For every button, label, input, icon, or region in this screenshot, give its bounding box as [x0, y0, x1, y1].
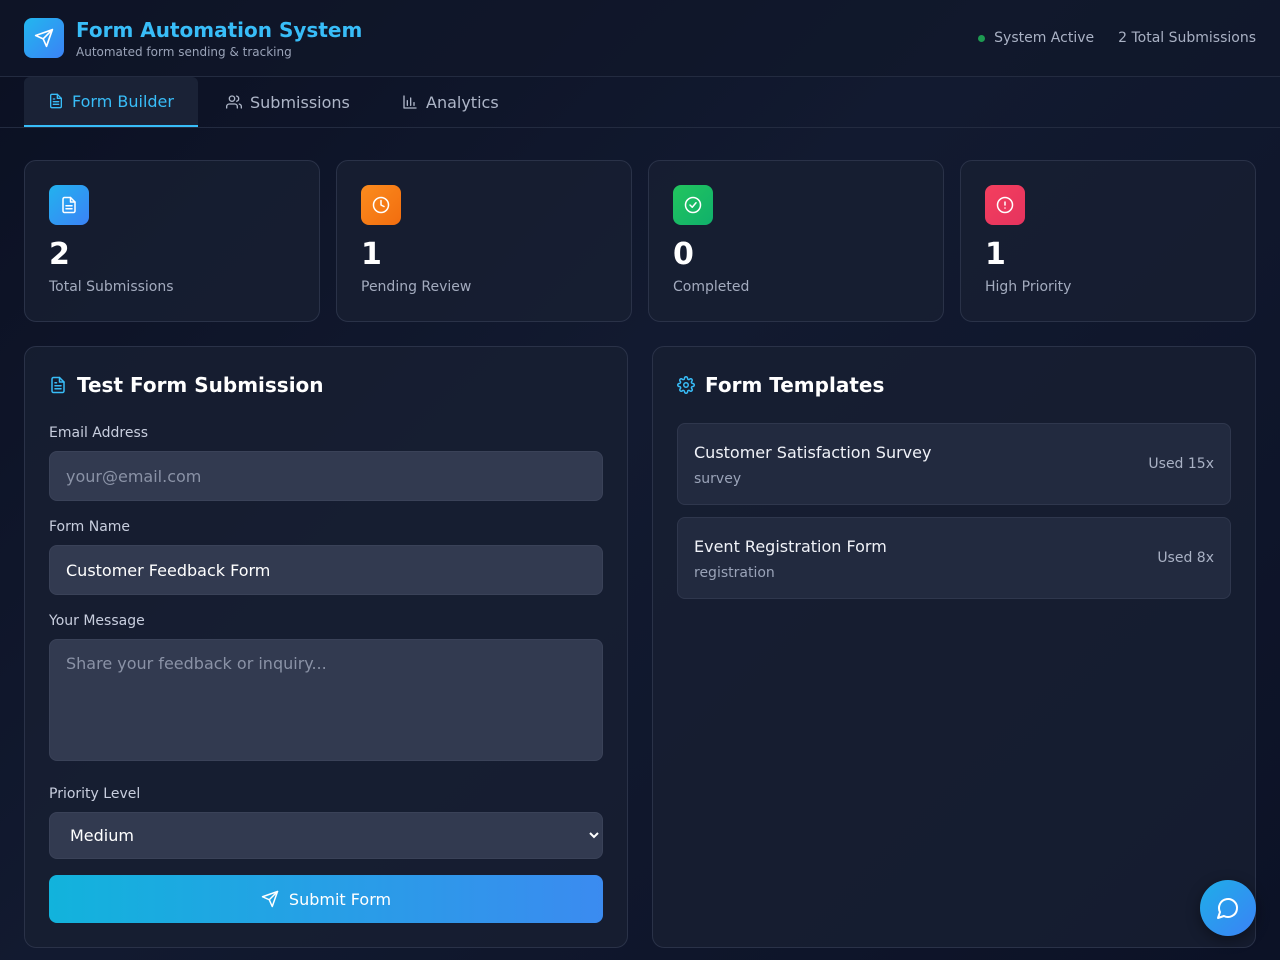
- total-submissions-text: 2 Total Submissions: [1118, 30, 1256, 46]
- bar-chart-icon: [402, 94, 418, 110]
- stat-value: 0: [673, 237, 694, 272]
- stat-card-completed: 0 Completed: [648, 160, 944, 322]
- stat-value: 1: [361, 237, 382, 272]
- tab-label: Submissions: [250, 92, 350, 112]
- status-bar: System Active 2 Total Submissions: [978, 30, 1256, 46]
- template-type: survey: [694, 471, 742, 487]
- clock-icon: [361, 185, 401, 225]
- file-text-icon: [48, 93, 64, 109]
- status-dot-icon: [978, 34, 986, 42]
- form-templates-panel: Form Templates Customer Satisfaction Sur…: [652, 346, 1256, 948]
- file-text-icon: [49, 376, 67, 394]
- alert-circle-icon: [985, 185, 1025, 225]
- panel-title: Test Form Submission: [49, 373, 324, 397]
- users-icon: [226, 94, 242, 110]
- send-icon: [24, 18, 64, 58]
- stat-card-high-priority: 1 High Priority: [960, 160, 1256, 322]
- app-title: Form Automation System: [76, 18, 363, 42]
- template-usage: Used 15x: [1148, 456, 1214, 472]
- form-name-label: Form Name: [49, 519, 131, 535]
- template-item[interactable]: Event Registration Form registration Use…: [677, 517, 1231, 599]
- chat-button[interactable]: [1200, 880, 1256, 936]
- send-icon: [261, 890, 279, 908]
- template-name: Event Registration Form: [694, 537, 887, 556]
- tab-form-builder[interactable]: Form Builder: [24, 77, 198, 127]
- email-label: Email Address: [49, 425, 149, 441]
- priority-select[interactable]: Medium: [49, 812, 603, 859]
- priority-label: Priority Level: [49, 786, 141, 802]
- message-label: Your Message: [49, 613, 145, 629]
- template-type: registration: [694, 565, 775, 581]
- panel-title-text: Form Templates: [705, 373, 885, 397]
- test-form-panel: Test Form Submission Email Address Form …: [24, 346, 628, 948]
- panel-title-text: Test Form Submission: [77, 373, 324, 397]
- stat-label: Completed: [673, 279, 750, 295]
- file-text-icon: [49, 185, 89, 225]
- submit-form-button[interactable]: Submit Form: [49, 875, 603, 923]
- template-usage: Used 8x: [1157, 550, 1214, 566]
- form-name-field[interactable]: [49, 545, 603, 595]
- template-name: Customer Satisfaction Survey: [694, 443, 932, 462]
- tab-analytics[interactable]: Analytics: [378, 77, 523, 127]
- stat-card-pending-review: 1 Pending Review: [336, 160, 632, 322]
- tab-label: Analytics: [426, 92, 499, 112]
- stat-label: Total Submissions: [49, 279, 174, 295]
- submit-label: Submit Form: [288, 889, 392, 909]
- template-item[interactable]: Customer Satisfaction Survey survey Used…: [677, 423, 1231, 505]
- gear-icon: [677, 376, 695, 394]
- check-circle-icon: [673, 185, 713, 225]
- tab-label: Form Builder: [72, 91, 174, 111]
- stat-card-total-submissions: 2 Total Submissions: [24, 160, 320, 322]
- tab-submissions[interactable]: Submissions: [202, 77, 374, 127]
- message-circle-icon: [1216, 896, 1240, 920]
- stat-label: Pending Review: [361, 279, 472, 295]
- email-field[interactable]: [49, 451, 603, 501]
- system-status-text: System Active: [994, 30, 1095, 46]
- stat-label: High Priority: [985, 279, 1072, 295]
- stat-value: 1: [985, 237, 1006, 272]
- panel-title: Form Templates: [677, 373, 884, 397]
- app-header: Form Automation System Automated form se…: [0, 0, 1280, 77]
- stat-value: 2: [49, 237, 70, 272]
- tab-bar: Form Builder Submissions Analytics: [0, 77, 1280, 128]
- app-subtitle: Automated form sending & tracking: [76, 45, 292, 59]
- message-textarea[interactable]: [49, 639, 603, 761]
